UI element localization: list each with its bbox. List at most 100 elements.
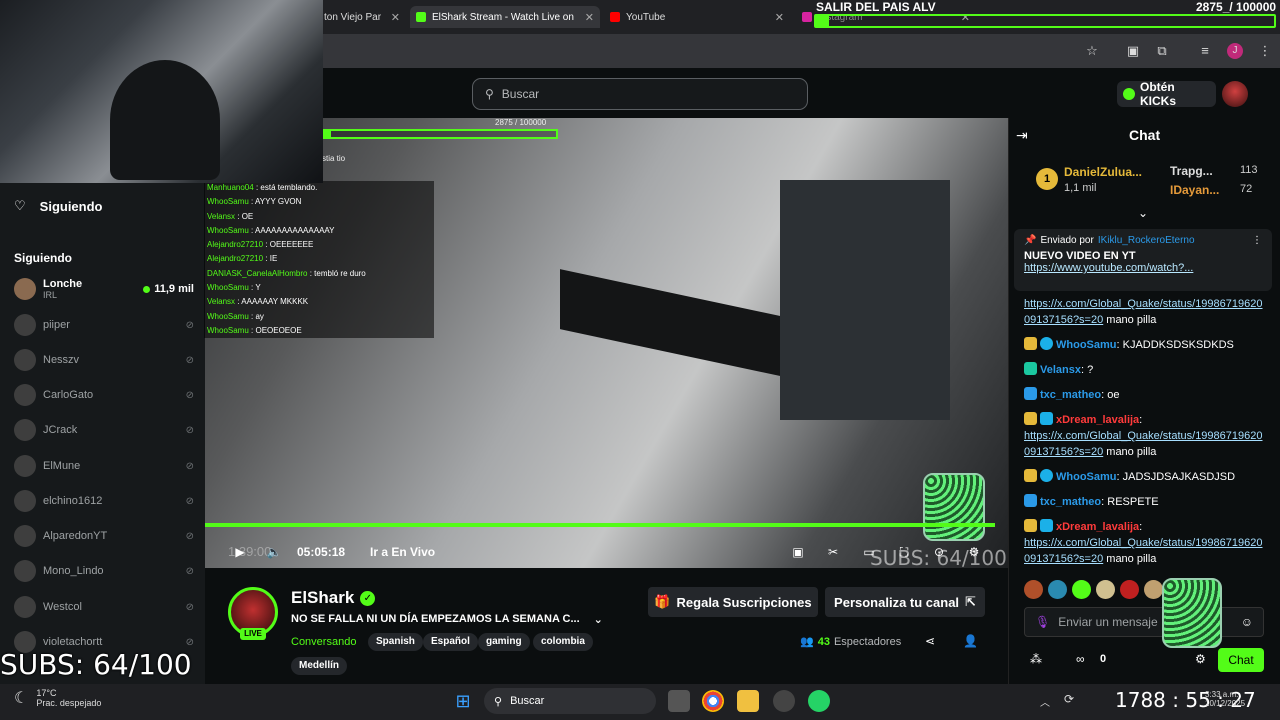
message-user[interactable]: txc_matheo	[1040, 496, 1101, 508]
file-explorer-icon[interactable]	[737, 690, 759, 712]
chrome-icon[interactable]	[702, 690, 724, 712]
channel-name: Lonche	[43, 278, 83, 290]
sidebar-item-channel[interactable]: elchino1612 ⊘	[14, 490, 194, 512]
stream-category[interactable]: Conversando	[291, 636, 356, 648]
browser-tab-active[interactable]: ElShark Stream - Watch Live on ✕	[410, 6, 600, 28]
tray-chevron-icon[interactable]: ︿	[1040, 694, 1050, 709]
screenshot-icon[interactable]: ▣	[1125, 43, 1141, 59]
sidebar-item-channel[interactable]: ElMune ⊘	[14, 455, 194, 477]
emote-bar	[1024, 580, 1274, 600]
message-user[interactable]: xDream_lavalija	[1056, 521, 1139, 533]
channel-name: AlparedonYT	[43, 530, 108, 542]
gifter-name[interactable]: DanielZulua...	[1064, 165, 1142, 179]
stream-tag[interactable]: Spanish	[368, 633, 423, 651]
system-clock[interactable]: 3:33 a.m. 10/12/2025	[1205, 690, 1245, 708]
pinned-link[interactable]: https://www.youtube.com/watch?...	[1024, 262, 1262, 274]
chat-title: Chat	[1129, 127, 1161, 143]
get-kicks-button[interactable]: Obtén KICKs	[1117, 80, 1216, 108]
stream-tag[interactable]: gaming	[478, 633, 530, 651]
bookmark-star-icon[interactable]: ☆	[1084, 43, 1100, 59]
stream-tag[interactable]: Español	[423, 633, 478, 651]
search-input[interactable]: ⚲ Buscar	[472, 78, 808, 110]
volume-icon[interactable]: 🔈	[266, 544, 282, 560]
browser-tab[interactable]: YouTube ✕	[604, 6, 790, 28]
overlay-chat-line: WhooSamu : Y	[204, 281, 434, 296]
tray-sync-icon[interactable]: ⟳	[1064, 692, 1074, 706]
customize-channel-button[interactable]: Personaliza tu canal ⇱	[825, 587, 985, 617]
chat-settings-icon[interactable]: ⚙	[1195, 652, 1206, 666]
emote-icon[interactable]	[1048, 580, 1067, 599]
chat-input[interactable]: 🎙 Enviar un mensaje ☺	[1024, 607, 1264, 637]
extensions-icon[interactable]: ⧉	[1154, 43, 1170, 59]
sidebar-title: Siguiendo	[39, 198, 103, 214]
whatsapp-icon[interactable]	[808, 690, 830, 712]
sidebar-item-channel[interactable]: Nesszv ⊘	[14, 349, 194, 371]
pin-icon: 📌	[1024, 235, 1037, 246]
video-progress-bar[interactable]	[205, 523, 995, 527]
menu-icon[interactable]: ⋮	[1257, 43, 1273, 59]
emoji-icon[interactable]: ☺	[1241, 615, 1253, 629]
app-icon[interactable]	[773, 690, 795, 712]
follow-user-icon[interactable]: 👤	[963, 634, 978, 648]
play-icon[interactable]: ▶	[232, 544, 248, 560]
crown-badge-icon	[1024, 412, 1037, 425]
close-icon[interactable]: ✕	[585, 11, 594, 24]
taskbar-search[interactable]: ⚲ Buscar	[484, 688, 656, 714]
microphone-icon[interactable]: 🎙	[1035, 615, 1050, 629]
gifter-amount: 113	[1240, 164, 1258, 176]
close-icon[interactable]: ✕	[391, 11, 400, 24]
kicks-icon[interactable]: ⁂	[1030, 652, 1042, 666]
sidebar-item-channel[interactable]: piiper ⊘	[14, 314, 194, 336]
weather-widget[interactable]: ☾ 17°C Prac. despejado	[14, 688, 101, 708]
emote-icon[interactable]	[1024, 580, 1043, 599]
gifter-name[interactable]: IDayan...	[1170, 183, 1219, 197]
chevron-down-icon[interactable]: ⌄	[594, 613, 603, 626]
sidebar-item-channel[interactable]: JCrack ⊘	[14, 419, 194, 441]
search-placeholder: Buscar	[501, 87, 540, 101]
sub-badge-icon	[1040, 337, 1053, 350]
message-user[interactable]: Velansx	[1040, 364, 1081, 376]
message-text: :	[1139, 414, 1143, 426]
sidebar-item-channel[interactable]: CarloGato ⊘	[14, 384, 194, 406]
message-user[interactable]: xDream_lavalija	[1056, 414, 1139, 426]
emote-icon[interactable]	[1144, 580, 1163, 599]
profile-icon[interactable]: J	[1227, 43, 1243, 59]
clip-icon[interactable]: ✂	[825, 544, 841, 560]
sidebar-item-channel[interactable]: AlparedonYT ⊘	[14, 525, 194, 547]
windows-start-icon[interactable]: ⊞	[452, 690, 474, 712]
message-user[interactable]: txc_matheo	[1040, 389, 1101, 401]
sidebar-item-channel[interactable]: Mono_Lindo ⊘	[14, 560, 194, 582]
go-live-button[interactable]: Ir a En Vivo	[370, 545, 435, 559]
close-icon[interactable]: ✕	[775, 11, 784, 24]
channel-name: piiper	[43, 319, 70, 331]
message-user[interactable]: WhooSamu	[1056, 471, 1117, 483]
gifter-name[interactable]: Trapg...	[1170, 164, 1213, 178]
chat-input-placeholder: Enviar un mensaje	[1058, 615, 1158, 629]
channel-name[interactable]: ElShark ✓	[291, 588, 376, 608]
share-icon[interactable]: ⋖	[925, 634, 935, 648]
pinned-user[interactable]: IKiklu_RockeroEterno	[1098, 235, 1195, 246]
message-user[interactable]: WhooSamu	[1056, 339, 1117, 351]
task-view-icon[interactable]	[668, 690, 690, 712]
sidebar-item-lonche[interactable]: Lonche IRL 11,9 mil	[14, 278, 194, 300]
emote-icon[interactable]	[1120, 580, 1139, 599]
media-icon[interactable]: ≡	[1197, 43, 1213, 59]
avatar[interactable]	[1222, 81, 1248, 107]
emote-icon[interactable]	[1096, 580, 1115, 599]
stream-tag[interactable]: colombia	[533, 633, 593, 651]
weather-moon-icon: ☾	[14, 690, 29, 707]
sidebar-item-channel[interactable]: Westcol ⊘	[14, 596, 194, 618]
expand-chevron-icon[interactable]: ⌄	[1138, 206, 1148, 220]
collapse-chat-icon[interactable]: ⇥	[1016, 127, 1028, 144]
pinned-message[interactable]: 📌 Enviado por IKiklu_RockeroEterno ⋮ NUEVO …	[1014, 229, 1272, 291]
stream-title[interactable]: NO SE FALLA NI UN DÍA EMPEZAMOS LA SEMAN…	[291, 613, 603, 626]
miniplayer-icon[interactable]: ▣	[790, 544, 806, 560]
chat-send-button[interactable]: Chat	[1218, 648, 1264, 672]
stream-tag[interactable]: Medellín	[291, 657, 348, 675]
emote-icon[interactable]	[1072, 580, 1091, 599]
gift-subs-button[interactable]: 🎁 Regala Suscripciones	[648, 587, 818, 617]
browser-tab[interactable]: ton Viejo Par ✕	[318, 6, 406, 28]
sidebar-following-header[interactable]: ♡ Siguiendo	[14, 198, 103, 214]
chat-message: Velansx: ?	[1024, 362, 1264, 378]
more-options-icon[interactable]: ⋮	[1252, 235, 1262, 246]
